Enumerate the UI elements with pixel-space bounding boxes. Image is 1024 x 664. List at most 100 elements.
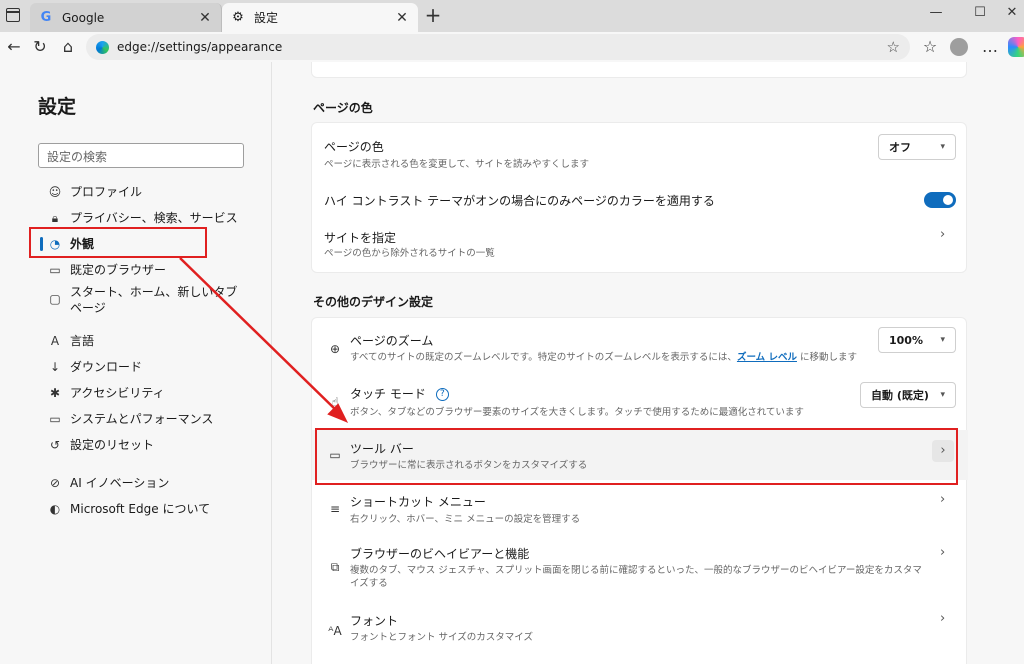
tab-strip: G Google ✕ ⚙ 設定 ✕ + — ☐ ✕ [0,0,1024,32]
sidebar-item-label: 既定のブラウザー [70,263,167,277]
back-icon[interactable]: ← [4,37,24,57]
sidebar-item-label: Microsoft Edge について [70,502,211,516]
accessibility-icon: ✱ [49,386,61,400]
touch-dropdown[interactable]: 自動 (既定) ▾ [860,382,956,408]
sidebar-item-label: ダウンロード [70,360,143,374]
copilot-icon[interactable] [1008,37,1024,57]
exclude-sites-desc: ページの色から除外されるサイトの一覧 [324,248,495,259]
close-icon[interactable]: ✕ [197,10,213,26]
sidebar-item-label: AI イノベーション [70,476,170,490]
zoom-title: ページのズーム [350,334,434,348]
font-icon: ᴬA [328,624,342,638]
profile-avatar[interactable] [950,38,968,56]
other-design-card: ⊕ ページのズーム すべてのサイトの既定のズームレベルです。特定のサイトのズーム… [311,317,968,664]
sidebar-item-privacy[interactable]: 🔒︎ プライバシー、検索、サービス [48,210,258,226]
page-color-dropdown[interactable]: オフ ▾ [878,134,956,160]
chevron-down-icon: ▾ [940,390,945,400]
edge-logo-icon [96,40,109,54]
highlight-toolbar [315,428,958,485]
maximize-icon[interactable]: ☐ [968,5,992,25]
url-text: edge://settings/appearance [117,40,283,54]
home-icon[interactable]: ⌂ [58,37,78,57]
touch-desc: ボタン、タブなどのブラウザー要素のサイズを大きくします。タッチで使用するために最… [350,407,804,418]
ai-icon: ⊘ [49,476,61,490]
settings-main: ページの色 ページの色 ページに表示される色を変更して、サイトを読みやすくします… [273,62,1024,664]
sidebar-item-language[interactable]: A 言語 [48,333,258,349]
section-title-other-design: その他のデザイン設定 [313,295,434,309]
refresh-icon[interactable]: ↻ [30,37,50,57]
favorites-icon[interactable]: ☆ [920,37,940,57]
dropdown-value: オフ [889,141,911,154]
profile-icon: ☺ [48,185,62,199]
tab-label: Google [62,10,105,25]
sidebar-item-label: プライバシー、検索、サービス [70,211,238,225]
tab-google[interactable]: G Google ✕ [30,3,222,32]
reset-icon: ↺ [49,438,61,452]
tab-settings[interactable]: ⚙ 設定 ✕ [222,3,418,32]
dropdown-value: 100% [889,333,923,347]
shortcut-title: ショートカット メニュー [350,495,486,509]
sidebar-title: 設定 [38,96,77,118]
high-contrast-title: ハイ コントラスト テーマがオンの場合にのみページのカラーを適用する [324,194,715,208]
page-color-title: ページの色 [324,140,384,154]
language-icon: A [50,334,60,348]
shortcut-desc: 右クリック、ホバー、ミニ メニューの設定を管理する [350,514,581,525]
sidebar-item-accessibility[interactable]: ✱ アクセシビリティ [48,385,258,401]
window-close-icon[interactable]: ✕ [1000,5,1024,25]
navigation-toolbar: ← ↻ ⌂ edge://settings/appearance ☆ ☆ … [0,32,1024,62]
tab-label: 設定 [254,11,279,25]
help-icon[interactable]: ? [435,388,449,401]
more-menu-icon[interactable]: … [980,37,1000,57]
gear-icon: ⚙ [232,10,244,25]
chevron-right-icon[interactable]: › [940,492,945,507]
chevron-right-icon[interactable]: › [940,545,945,560]
sidebar-item-ai[interactable]: ⊘ AI イノベーション [48,475,258,491]
font-title: フォント [350,614,399,628]
exclude-sites-title: サイトを指定 [324,231,397,245]
system-icon: ▭ [49,412,61,426]
touch-title: タッチ モード? [350,385,449,402]
page-color-desc: ページに表示される色を変更して、サイトを読みやすくします [324,159,590,170]
sidebar-item-downloads[interactable]: ↓ ダウンロード [48,359,258,375]
sidebar-item-about[interactable]: ◐ Microsoft Edge について [48,501,258,517]
sidebar-item-start-home[interactable]: ▢ スタート、ホーム、新しいタブ ページ [48,284,248,316]
sidebar-item-default-browser[interactable]: ▭ 既定のブラウザー [48,262,258,278]
settings-sidebar: 設定 設定の検索 ☺ プロファイル 🔒︎ プライバシー、検索、サービス ◔ 外観… [0,62,272,664]
sidebar-item-label: 設定のリセット [70,438,155,452]
download-icon: ↓ [49,360,61,374]
section-title-page-color: ページの色 [313,101,373,115]
address-bar[interactable]: edge://settings/appearance ☆ [86,34,910,60]
favorite-star-icon[interactable]: ☆ [887,38,900,56]
chevron-down-icon: ▾ [940,142,945,152]
behavior-title: ブラウザーのビヘイビアーと機能 [350,547,530,561]
touch-icon: ☝ [331,395,339,409]
zoom-desc: すべてのサイトの既定のズームレベルです。特定のサイトのズームレベルを表示するには… [350,352,857,363]
lock-icon: 🔒︎ [51,211,59,225]
close-icon[interactable]: ✕ [394,10,410,26]
sidebar-item-profile[interactable]: ☺ プロファイル [48,184,258,200]
high-contrast-toggle[interactable] [924,192,956,208]
previous-card [311,62,967,78]
google-g-icon: G [40,10,52,25]
sidebar-item-label: アクセシビリティ [70,386,165,400]
sidebar-item-label: 言語 [70,334,95,348]
dropdown-value: 自動 (既定) [871,389,929,402]
chevron-right-icon[interactable]: › [940,227,945,242]
new-tab-button[interactable]: + [422,5,444,27]
sidebar-item-label: システムとパフォーマンス [70,412,214,426]
page-color-card: ページの色 ページに表示される色を変更して、サイトを読みやすくします オフ ▾ … [311,122,967,273]
browser-icon: ▭ [49,263,61,277]
chevron-right-icon[interactable]: › [940,611,945,626]
minimize-icon[interactable]: — [924,5,948,25]
zoom-dropdown[interactable]: 100% ▾ [878,327,956,353]
zoom-icon: ⊕ [329,342,341,356]
behavior-icon: ⧉ [330,560,340,574]
settings-search-input[interactable]: 設定の検索 [38,143,244,168]
window-menu-icon[interactable] [6,8,20,22]
chevron-down-icon: ▾ [940,335,945,345]
edge-icon: ◐ [49,502,61,516]
sidebar-item-system[interactable]: ▭ システムとパフォーマンス [48,411,258,427]
sidebar-item-label: スタート、ホーム、新しいタブ ページ [70,285,238,315]
zoom-level-link[interactable]: ズーム レベル [737,352,797,363]
sidebar-item-reset[interactable]: ↺ 設定のリセット [48,437,258,453]
